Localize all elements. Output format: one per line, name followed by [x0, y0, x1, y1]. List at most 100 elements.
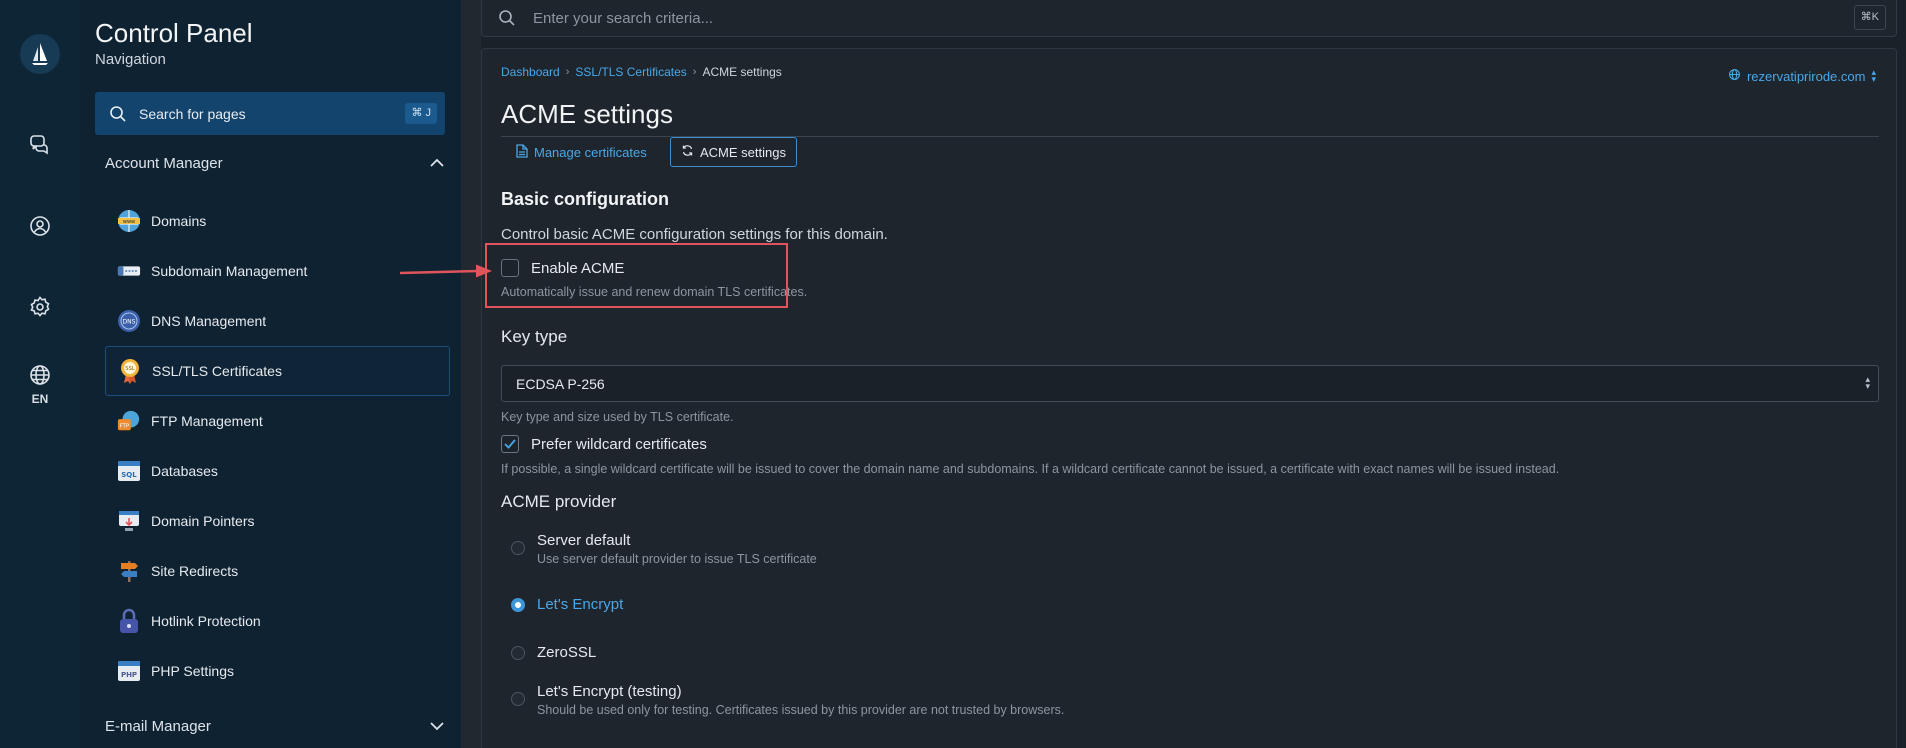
group-account-manager[interactable]: Account Manager — [105, 155, 445, 172]
shortcut-badge: ⌘K — [1853, 5, 1886, 30]
svg-text:DNS: DNS — [123, 319, 136, 326]
shortcut-badge: ⌘ J — [405, 103, 437, 124]
lock-icon — [117, 608, 141, 633]
domain-pointers-icon — [117, 509, 141, 533]
prefer-wildcard-row[interactable]: Prefer wildcard certificates — [501, 435, 707, 453]
sidebar-item-php-settings[interactable]: PHP PHP Settings — [105, 646, 450, 696]
chevron-updown-icon: ▴ ▾ — [1865, 374, 1870, 391]
sidebar-item-databases[interactable]: SQL Databases — [105, 446, 450, 496]
key-type-value: ECDSA P-256 — [516, 375, 605, 392]
language-label[interactable]: EN — [0, 392, 80, 406]
page-search-label: Search for pages — [139, 105, 246, 122]
radio-lets-encrypt[interactable] — [511, 597, 525, 612]
domain-selector-value: rezervatiprirode.com — [1746, 68, 1866, 84]
section-description: Control basic ACME configuration setting… — [501, 226, 888, 243]
ssl-certificate-icon: SSL — [118, 359, 142, 384]
ftp-icon: FTP — [117, 409, 141, 433]
global-search-input[interactable]: Enter your search criteria... — [533, 10, 713, 27]
radio-server-default[interactable] — [511, 541, 525, 555]
user-profile-icon[interactable] — [24, 210, 56, 242]
sidebar-item-ftp-management[interactable]: FTP FTP Management — [105, 396, 450, 446]
sidebar-item-ssl-tls-certificates[interactable]: SSL SSL/TLS Certificates — [105, 346, 450, 396]
database-icon: SQL — [117, 459, 141, 483]
group-label: Account Manager — [105, 155, 223, 172]
svg-text:FTP: FTP — [119, 423, 129, 429]
sidebar: Control Panel Navigation Search for page… — [80, 0, 461, 748]
chevron-right-icon: › — [692, 66, 697, 78]
refresh-icon — [681, 144, 694, 160]
section-heading-basic-configuration: Basic configuration — [501, 189, 670, 209]
tab-manage-certificates[interactable]: Manage certificates — [506, 137, 657, 167]
global-search-bar[interactable]: Enter your search criteria... ⌘K — [481, 0, 1897, 37]
globe-icon[interactable] — [24, 359, 56, 391]
sidebar-item-label: DNS Management — [151, 313, 267, 329]
icon-rail: EN — [0, 0, 80, 748]
sidebar-item-label: Domains — [151, 213, 207, 229]
provider-option-zerossl[interactable]: ZeroSSL — [511, 644, 596, 661]
svg-text:SSL: SSL — [125, 366, 134, 372]
search-icon — [498, 9, 516, 27]
sidebar-item-label: Site Redirects — [151, 563, 239, 579]
domains-icon: www — [117, 209, 141, 233]
dns-icon: DNS — [117, 309, 141, 333]
radio-label: ZeroSSL — [537, 644, 597, 661]
search-icon — [109, 105, 127, 123]
chevron-down-icon — [429, 718, 445, 735]
sidebar-item-label: SSL/TLS Certificates — [152, 363, 282, 379]
breadcrumb-current: ACME settings — [702, 65, 782, 79]
tab-acme-settings[interactable]: ACME settings — [670, 137, 797, 167]
key-type-help: Key type and size used by TLS certificat… — [501, 410, 734, 424]
group-email-manager[interactable]: E-mail Manager — [105, 718, 445, 735]
sidebar-item-dns-management[interactable]: DNS DNS Management — [105, 296, 450, 346]
sidebar-subtitle: Navigation — [95, 51, 166, 68]
gear-icon[interactable] — [24, 291, 56, 323]
key-type-label: Key type — [501, 327, 568, 346]
svg-text:SQL: SQL — [121, 471, 137, 479]
sidebar-item-hotlink-protection[interactable]: Hotlink Protection — [105, 596, 450, 646]
provider-option-server-default[interactable]: Server default Use server default provid… — [511, 532, 817, 566]
sidebar-item-label: Hotlink Protection — [151, 613, 261, 629]
sidebar-item-label: Databases — [151, 463, 218, 479]
chevron-updown-icon: ▴ ▾ — [1871, 67, 1876, 84]
radio-label: Let's Encrypt — [537, 596, 624, 613]
sidebar-item-domain-pointers[interactable]: Domain Pointers — [105, 496, 450, 546]
acme-provider-label: ACME provider — [501, 492, 617, 511]
breadcrumb: Dashboard › SSL/TLS Certificates › ACME … — [501, 65, 782, 79]
provider-option-lets-encrypt-testing[interactable]: Let's Encrypt (testing) Should be used o… — [511, 683, 1064, 717]
sidebar-item-label: PHP Settings — [151, 663, 235, 679]
radio-zerossl[interactable] — [511, 645, 525, 660]
php-icon: PHP — [117, 659, 141, 683]
breadcrumb-ssl-tls-certificates[interactable]: SSL/TLS Certificates — [575, 65, 686, 79]
globe-icon — [1728, 68, 1741, 84]
group-label: E-mail Manager — [105, 718, 211, 735]
svg-text:PHP: PHP — [121, 671, 137, 679]
checkmark-icon — [504, 439, 516, 449]
domain-selector[interactable]: rezervatiprirode.com ▴ ▾ — [1728, 68, 1876, 84]
sidebar-item-label: Subdomain Management — [151, 263, 308, 279]
provider-option-lets-encrypt[interactable]: Let's Encrypt — [511, 596, 623, 613]
annotation-arrow-icon — [399, 264, 492, 278]
breadcrumb-dashboard[interactable]: Dashboard — [501, 65, 560, 79]
prefer-wildcard-checkbox[interactable] — [501, 435, 519, 453]
sidebar-item-site-redirects[interactable]: Site Redirects — [105, 546, 450, 596]
sidebar-title: Control Panel — [95, 18, 253, 48]
messages-icon[interactable] — [24, 128, 56, 160]
redirect-icon — [117, 559, 141, 583]
subdomain-icon — [117, 259, 141, 283]
chevron-right-icon: › — [565, 66, 570, 78]
highlight-box — [485, 243, 788, 308]
radio-label: Server default — [537, 532, 631, 549]
tab-label: ACME settings — [700, 144, 786, 160]
sidebar-item-domains[interactable]: www Domains — [105, 196, 450, 246]
radio-description: Use server default provider to issue TLS… — [537, 552, 817, 566]
tab-label: Manage certificates — [534, 144, 647, 160]
svg-text:www: www — [123, 219, 135, 225]
radio-label: Let's Encrypt (testing) — [537, 683, 682, 700]
logo-icon[interactable] — [20, 34, 60, 74]
key-type-select[interactable]: ECDSA P-256 ▴ ▾ — [501, 365, 1879, 402]
prefer-wildcard-label: Prefer wildcard certificates — [531, 435, 707, 453]
page-search-button[interactable]: Search for pages ⌘ J — [95, 92, 445, 135]
sidebar-item-label: FTP Management — [151, 413, 263, 429]
acme-settings-panel: Dashboard › SSL/TLS Certificates › ACME … — [481, 48, 1897, 748]
radio-lets-encrypt-testing[interactable] — [511, 692, 525, 706]
